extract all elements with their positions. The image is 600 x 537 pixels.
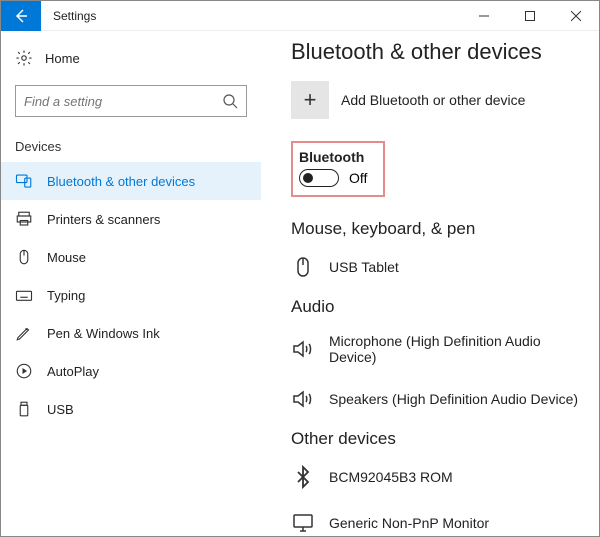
speaker-icon bbox=[291, 387, 315, 411]
nav-label: AutoPlay bbox=[47, 364, 99, 379]
content-pane: Bluetooth & other devices + Add Bluetoot… bbox=[261, 31, 599, 536]
section-audio-heading: Audio bbox=[291, 297, 589, 317]
maximize-button[interactable] bbox=[507, 1, 553, 31]
add-device-button[interactable]: + Add Bluetooth or other device bbox=[291, 81, 589, 119]
device-label: Microphone (High Definition Audio Device… bbox=[329, 333, 589, 365]
device-label: Speakers (High Definition Audio Device) bbox=[329, 391, 578, 407]
nav-label: Printers & scanners bbox=[47, 212, 160, 227]
devices-icon bbox=[15, 172, 33, 190]
search-box[interactable] bbox=[15, 85, 247, 117]
nav-label: Bluetooth & other devices bbox=[47, 174, 195, 189]
section-other-heading: Other devices bbox=[291, 429, 589, 449]
autoplay-icon bbox=[15, 362, 33, 380]
sidebar: Home Devices Bluetooth & other devices P… bbox=[1, 31, 261, 536]
keyboard-icon bbox=[15, 286, 33, 304]
add-device-label: Add Bluetooth or other device bbox=[341, 92, 525, 108]
speaker-icon bbox=[291, 337, 315, 361]
nav-typing[interactable]: Typing bbox=[1, 276, 261, 314]
nav-label: Mouse bbox=[47, 250, 86, 265]
device-generic-monitor[interactable]: Generic Non-PnP Monitor bbox=[291, 503, 589, 536]
arrow-left-icon bbox=[13, 8, 29, 24]
bluetooth-state: Off bbox=[349, 170, 367, 186]
nav-label: USB bbox=[47, 402, 74, 417]
nav-usb[interactable]: USB bbox=[1, 390, 261, 428]
nav-bluetooth-other-devices[interactable]: Bluetooth & other devices bbox=[1, 162, 261, 200]
device-label: USB Tablet bbox=[329, 259, 399, 275]
maximize-icon bbox=[525, 11, 535, 21]
nav-autoplay[interactable]: AutoPlay bbox=[1, 352, 261, 390]
printer-icon bbox=[15, 210, 33, 228]
window-title: Settings bbox=[41, 9, 461, 23]
mouse-icon bbox=[15, 248, 33, 266]
minimize-icon bbox=[479, 11, 489, 21]
bluetooth-icon bbox=[291, 465, 315, 489]
nav-mouse[interactable]: Mouse bbox=[1, 238, 261, 276]
nav-label: Typing bbox=[47, 288, 85, 303]
back-button[interactable] bbox=[1, 1, 41, 31]
nav-printers-scanners[interactable]: Printers & scanners bbox=[1, 200, 261, 238]
search-input[interactable] bbox=[24, 94, 222, 109]
close-button[interactable] bbox=[553, 1, 599, 31]
category-label: Devices bbox=[1, 135, 261, 162]
mouse-icon bbox=[291, 255, 315, 279]
gear-icon bbox=[15, 49, 33, 67]
page-title: Bluetooth & other devices bbox=[291, 39, 589, 65]
minimize-button[interactable] bbox=[461, 1, 507, 31]
device-bcm-rom[interactable]: BCM92045B3 ROM bbox=[291, 457, 589, 503]
device-usb-tablet[interactable]: USB Tablet bbox=[291, 247, 589, 293]
section-mouse-heading: Mouse, keyboard, & pen bbox=[291, 219, 589, 239]
nav-pen-windows-ink[interactable]: Pen & Windows Ink bbox=[1, 314, 261, 352]
plus-icon: + bbox=[291, 81, 329, 119]
device-speakers[interactable]: Speakers (High Definition Audio Device) bbox=[291, 379, 589, 425]
device-label: BCM92045B3 ROM bbox=[329, 469, 453, 485]
nav-label: Pen & Windows Ink bbox=[47, 326, 160, 341]
bluetooth-highlight: Bluetooth Off bbox=[291, 141, 385, 197]
bluetooth-heading: Bluetooth bbox=[299, 149, 367, 165]
home-label: Home bbox=[45, 51, 80, 66]
usb-icon bbox=[15, 400, 33, 418]
bluetooth-toggle[interactable] bbox=[299, 169, 339, 187]
close-icon bbox=[571, 11, 581, 21]
pen-icon bbox=[15, 324, 33, 342]
titlebar: Settings bbox=[1, 1, 599, 31]
device-microphone[interactable]: Microphone (High Definition Audio Device… bbox=[291, 325, 589, 379]
search-icon bbox=[222, 93, 238, 109]
monitor-icon bbox=[291, 511, 315, 535]
home-button[interactable]: Home bbox=[1, 41, 261, 75]
device-label: Generic Non-PnP Monitor bbox=[329, 515, 489, 531]
